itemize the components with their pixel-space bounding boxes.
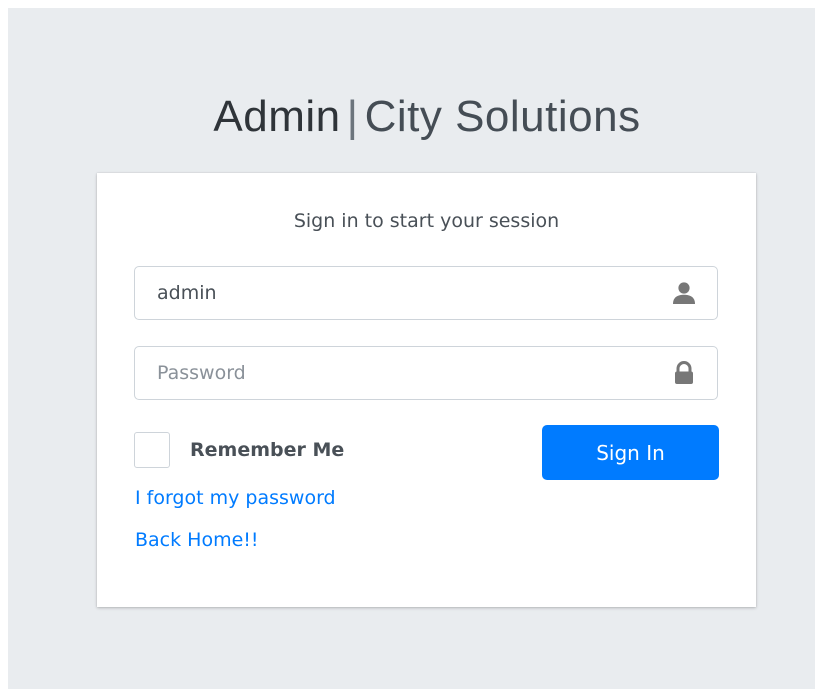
password-field <box>134 346 718 400</box>
remember-me-checkbox[interactable] <box>134 432 170 468</box>
username-input[interactable] <box>135 267 655 319</box>
back-home-link[interactable]: Back Home!! <box>135 529 259 551</box>
login-card: Sign in to start your session Remember M… <box>97 173 756 607</box>
brand-separator: | <box>346 92 359 141</box>
brand-name-light: City Solutions <box>364 92 641 141</box>
lock-icon <box>671 360 697 386</box>
password-input[interactable] <box>135 347 655 399</box>
brand-logo: Admin | City Solutions <box>0 92 815 142</box>
sign-in-button[interactable]: Sign In <box>542 425 719 480</box>
remember-me: Remember Me <box>134 431 344 469</box>
remember-me-label[interactable]: Remember Me <box>190 439 344 461</box>
username-field <box>134 266 718 320</box>
login-box-message: Sign in to start your session <box>293 210 560 232</box>
forgot-password-link[interactable]: I forgot my password <box>135 487 336 509</box>
user-icon <box>671 280 697 306</box>
brand-name-strong: Admin <box>213 92 341 141</box>
